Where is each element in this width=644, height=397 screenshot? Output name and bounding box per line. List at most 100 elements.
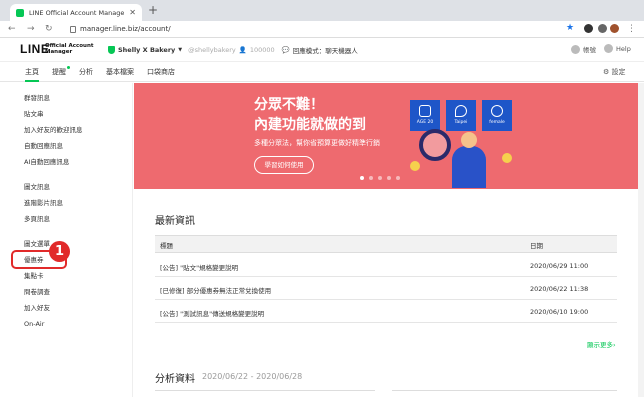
tab-home[interactable]: 主頁: [25, 66, 39, 82]
sidebar-item-survey[interactable]: 問卷調查: [24, 288, 50, 297]
verified-shield-icon: [108, 46, 115, 54]
account-id: @shellybakery: [188, 46, 236, 54]
carousel-dot[interactable]: [378, 176, 382, 180]
url-text: manager.line.biz/account/: [80, 25, 171, 33]
browser-tab[interactable]: LINE Official Account Manager ✕: [10, 4, 142, 21]
segment-card-location: Taipei: [446, 100, 476, 131]
new-tab-icon[interactable]: +: [148, 4, 158, 16]
sidebar-item-greeting[interactable]: 加入好友的歡迎訊息: [24, 126, 83, 135]
divider: [155, 390, 375, 391]
news-row-date: 2020/06/10 19:00: [530, 308, 589, 316]
back-icon[interactable]: ←: [8, 22, 16, 36]
promo-banner[interactable]: [134, 83, 638, 189]
chevron-right-icon: ›: [613, 341, 616, 349]
learn-how-button[interactable]: 學習如何使用: [254, 156, 314, 174]
divider: [392, 390, 617, 391]
emoji-illustration: [502, 153, 512, 163]
sidebar-item-add-friends[interactable]: 加入好友: [24, 304, 50, 313]
chat-mode-icon: 💬: [281, 46, 290, 54]
person-illustration: [452, 146, 486, 188]
sidebar-item-rich-video[interactable]: 進階影片訊息: [24, 199, 63, 208]
followers-count: 100000: [249, 46, 275, 54]
sidebar-item-reward-card[interactable]: 集點卡: [24, 272, 44, 281]
segment-card-age: AGE 20: [410, 100, 440, 131]
carousel-dot[interactable]: [369, 176, 373, 180]
logo-subtitle: Official Account Manager: [45, 43, 93, 55]
account-menu[interactable]: 帳號: [571, 44, 596, 54]
sidebar-item-auto-reply[interactable]: 自動回應訊息: [24, 142, 63, 151]
account-avatar-icon: [571, 44, 580, 54]
analysis-title: 分析資料: [155, 374, 195, 385]
settings-link[interactable]: ⚙ 設定: [603, 66, 626, 78]
scrollbar[interactable]: [638, 83, 644, 397]
segment-card-location-label: Taipei: [454, 120, 468, 125]
account-label: 帳號: [583, 46, 596, 54]
sidebar-item-ai-reply[interactable]: AI自動回應訊息: [24, 158, 69, 167]
lock-icon: [70, 25, 76, 33]
emoji-illustration: [410, 161, 420, 171]
column-title: 標題: [160, 242, 173, 250]
sidebar-item-rich-menu[interactable]: 圖文選單: [24, 240, 50, 249]
news-row-title[interactable]: [公告] "測試訊息"傳送規格變更說明: [160, 308, 264, 318]
news-row-date: 2020/06/22 11:38: [530, 285, 589, 293]
account-switcher[interactable]: Shelly X Bakery ▼ @shellybakery 👤 100000…: [108, 45, 358, 55]
carousel-dot[interactable]: [396, 176, 400, 180]
show-more-link[interactable]: 顯示更多›: [587, 339, 616, 349]
tab-alerts[interactable]: 提醒: [52, 66, 66, 78]
news-row-date: 2020/06/29 11:00: [530, 262, 589, 270]
puzzle-icon[interactable]: [598, 24, 607, 33]
location-pin-icon: [455, 105, 467, 117]
show-more-label: 顯示更多: [587, 341, 613, 349]
bookmark-star-icon[interactable]: ★: [566, 23, 574, 33]
sidebar-item-broadcast[interactable]: 群發訊息: [24, 94, 50, 103]
settings-label: 設定: [611, 68, 626, 76]
carousel-dot[interactable]: [360, 176, 364, 180]
close-tab-icon[interactable]: ✕: [129, 8, 136, 17]
chat-mode-text[interactable]: 回應模式：聊天機器人: [293, 45, 358, 55]
logo-subtitle-line2: Manager: [45, 49, 73, 55]
line-favicon-icon: [16, 8, 24, 17]
dropdown-caret-icon: ▼: [178, 47, 183, 53]
segment-card-age-label: AGE 20: [416, 120, 434, 125]
banner-headline-1: 分眾不難！: [254, 97, 324, 113]
person-icon: [491, 105, 503, 117]
sidebar-item-card-message[interactable]: 多頁訊息: [24, 215, 50, 224]
tab-analytics[interactable]: 分析: [79, 66, 93, 78]
magnifier-illustration: [419, 129, 451, 161]
sidebar-item-rich-message[interactable]: 圖文訊息: [24, 183, 50, 192]
banner-description: 多種分眾法，幫你省預算更做好精準行銷: [254, 139, 380, 147]
news-table-header: [155, 235, 617, 253]
column-date: 日期: [530, 242, 543, 250]
browser-tab-title: LINE Official Account Manager: [29, 8, 125, 17]
person-head-illustration: [461, 132, 477, 148]
news-row-title[interactable]: [公告] "貼文"規格變更說明: [160, 262, 238, 272]
news-row-title[interactable]: [已修復] 部分優惠券無法正常兌換使用: [160, 285, 271, 295]
people-icon: [419, 105, 431, 117]
tab-pocket-shop[interactable]: 口袋商店: [147, 66, 175, 78]
main-tabs: [0, 63, 644, 82]
help-label: Help: [616, 44, 631, 53]
alert-dot: [67, 66, 70, 69]
extension-icon[interactable]: [584, 24, 593, 33]
profile-avatar[interactable]: [610, 24, 619, 33]
reload-icon[interactable]: ↻: [45, 22, 53, 36]
tab-profile[interactable]: 基本檔案: [106, 66, 134, 78]
banner-headline-2: 內建功能就做的到: [254, 117, 366, 133]
url-field[interactable]: manager.line.biz/account/: [70, 23, 585, 35]
account-name: Shelly X Bakery: [118, 46, 176, 54]
gear-icon: ⚙: [603, 68, 610, 76]
callout-badge: 1: [49, 241, 70, 262]
help-icon: [604, 44, 613, 53]
forward-icon[interactable]: →: [27, 22, 35, 36]
analysis-date-range: 2020/06/22 - 2020/06/28: [202, 372, 303, 381]
help-link[interactable]: Help: [604, 44, 631, 53]
news-title: 最新資訊: [155, 216, 195, 227]
followers-icon: 👤: [238, 46, 247, 54]
sidebar-item-on-air[interactable]: On-Air: [24, 320, 44, 329]
menu-kebab-icon[interactable]: ⋮: [627, 22, 636, 36]
carousel-dot[interactable]: [387, 176, 391, 180]
segment-card-gender-label: female: [489, 120, 505, 125]
sidebar-item-timeline[interactable]: 貼文串: [24, 110, 44, 119]
segment-card-gender: female: [482, 100, 512, 131]
carousel-dots[interactable]: [360, 176, 400, 180]
